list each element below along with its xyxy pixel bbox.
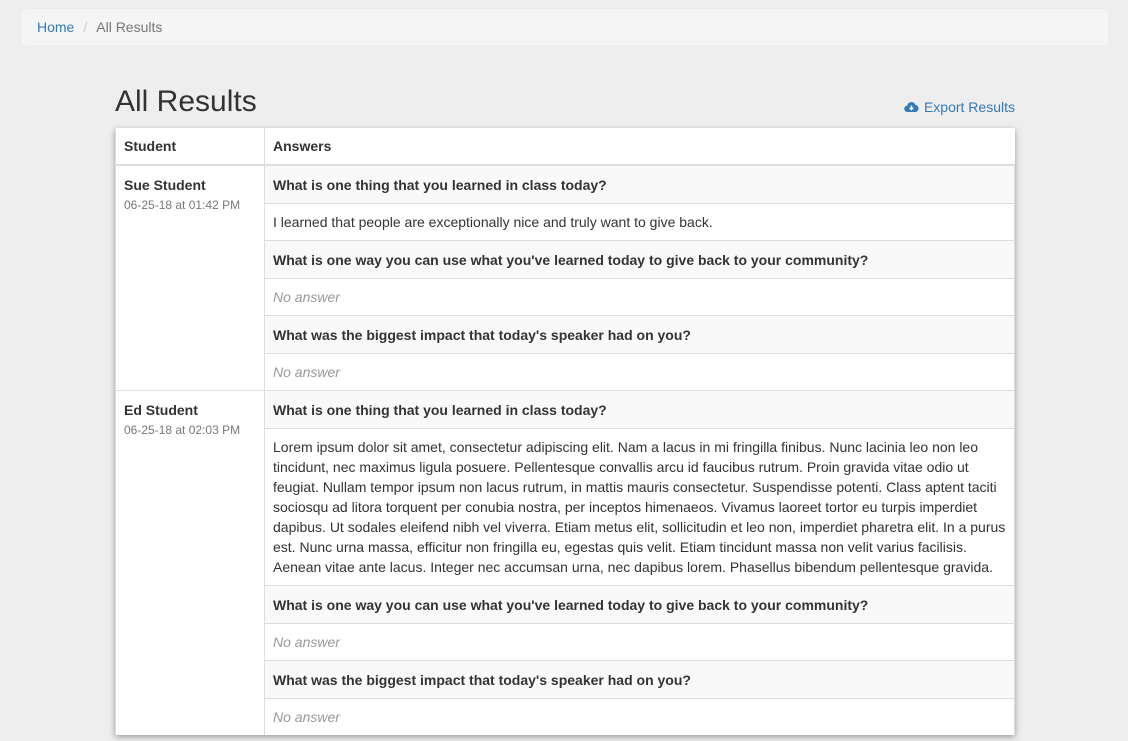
export-results-button[interactable]: Export Results <box>904 99 1015 115</box>
student-name: Sue Student <box>124 177 206 193</box>
breadcrumb-home-link[interactable]: Home <box>37 19 74 35</box>
student-cell: Ed Student 06-25-18 at 02:03 PM <box>115 390 265 735</box>
question-text: What is one thing that you learned in cl… <box>265 166 1015 204</box>
results-table: Student Answers Sue Student 06-25-18 at … <box>115 128 1015 735</box>
answer-text: No answer <box>265 698 1015 735</box>
question-text: What is one way you can use what you've … <box>265 240 1015 279</box>
page-header: All Results Export Results <box>115 84 1015 124</box>
results-table-panel: Student Answers Sue Student 06-25-18 at … <box>115 128 1015 735</box>
answers-list: What is one thing that you learned in cl… <box>265 391 1015 735</box>
breadcrumb-current: All Results <box>96 19 163 35</box>
answer-text: No answer <box>265 623 1015 661</box>
answers-list: What is one thing that you learned in cl… <box>265 166 1015 390</box>
export-results-label: Export Results <box>923 99 1015 115</box>
cloud-download-icon <box>904 101 919 113</box>
question-text: What was the biggest impact that today's… <box>265 660 1015 699</box>
answers-cell: What is one thing that you learned in cl… <box>264 164 1015 391</box>
table-row: Sue Student 06-25-18 at 01:42 PM What is… <box>115 164 1015 391</box>
answer-text: I learned that people are exceptionally … <box>265 203 1015 241</box>
student-cell: Sue Student 06-25-18 at 01:42 PM <box>115 164 265 391</box>
student-name: Ed Student <box>124 402 198 418</box>
submission-date: 06-25-18 at 01:42 PM <box>124 198 241 212</box>
answer-text: Lorem ipsum dolor sit amet, consectetur … <box>265 428 1015 586</box>
question-text: What was the biggest impact that today's… <box>265 315 1015 354</box>
submission-date: 06-25-18 at 02:03 PM <box>124 423 241 437</box>
question-text: What is one thing that you learned in cl… <box>265 391 1015 429</box>
page-title: All Results <box>115 85 257 118</box>
table-row: Ed Student 06-25-18 at 02:03 PM What is … <box>115 390 1015 735</box>
answers-cell: What is one thing that you learned in cl… <box>264 390 1015 735</box>
answer-text: No answer <box>265 353 1015 390</box>
column-header-answers: Answers <box>264 128 1015 166</box>
answer-text: No answer <box>265 278 1015 316</box>
question-text: What is one way you can use what you've … <box>265 585 1015 624</box>
column-header-student: Student <box>115 128 265 166</box>
breadcrumb-separator: / <box>83 19 88 35</box>
table-header-row: Student Answers <box>115 128 1015 166</box>
breadcrumb: Home / All Results <box>22 9 1108 45</box>
